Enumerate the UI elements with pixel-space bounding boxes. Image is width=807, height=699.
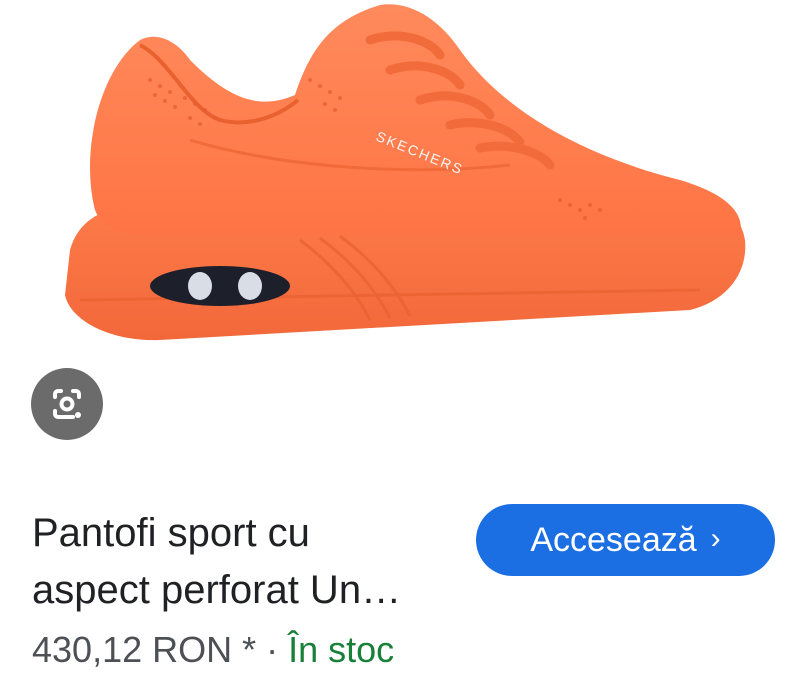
visit-site-label: Accesează [530, 520, 697, 559]
google-lens-icon [47, 384, 87, 424]
visit-site-button[interactable]: Accesează › [476, 504, 775, 576]
availability-status: În stoc [288, 629, 395, 670]
lens-search-button[interactable] [31, 368, 103, 440]
chevron-right-icon: › [710, 522, 721, 555]
price-availability-row: 430,12 RON * · În stoc [32, 625, 394, 675]
product-title-line-2: aspect perforat Un… [32, 568, 402, 612]
price-footnote-marker: * [232, 629, 267, 670]
product-card: SKECHERS Pantofi sport cu aspect perfora… [0, 0, 807, 699]
price: 430,12 RON [32, 629, 233, 670]
product-image[interactable]: SKECHERS [40, 0, 760, 360]
separator: · [266, 629, 289, 670]
product-title[interactable]: Pantofi sport cu aspect perforat Un… [32, 505, 462, 619]
air-unit-window [150, 266, 290, 306]
product-title-line-1: Pantofi sport cu [32, 511, 310, 555]
